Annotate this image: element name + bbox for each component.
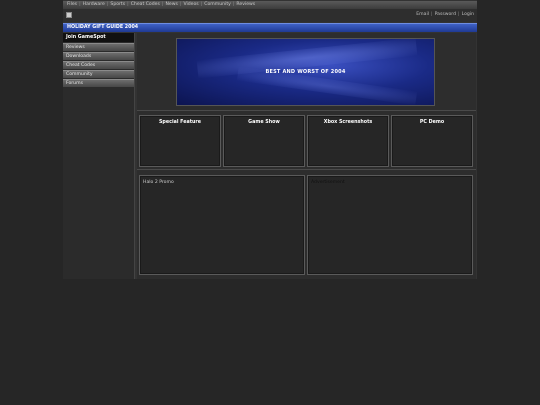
feature-title: Xbox Screenshots — [323, 120, 373, 125]
sidebar-item-cheat-codes[interactable]: Cheat Codes — [63, 61, 134, 69]
sidebar: Join GameSpot Reviews Downloads Cheat Co… — [63, 33, 135, 279]
nav-link-reviews[interactable]: Reviews — [236, 2, 255, 7]
feature-title: Special Feature — [158, 120, 202, 125]
nav-separator: | — [161, 2, 164, 7]
main-content: BEST AND WORST OF 2004 Special Feature G… — [137, 33, 476, 279]
nav-link-videos[interactable]: Videos — [183, 2, 198, 7]
userlinks-separator: | — [458, 12, 460, 17]
nav-link-sports[interactable]: Sports — [110, 2, 125, 7]
sidebar-item-community[interactable]: Community — [63, 70, 134, 78]
sidebar-item-downloads[interactable]: Downloads — [63, 52, 134, 60]
nav-separator: | — [127, 2, 129, 7]
nav-separator: | — [232, 2, 235, 7]
banner-area: BEST AND WORST OF 2004 — [137, 33, 476, 111]
nav-separator: | — [200, 2, 203, 7]
panel-title: Advertisement — [311, 180, 345, 185]
user-links: Email | Password | Login — [416, 12, 474, 17]
nav-link-files[interactable]: Files — [67, 2, 77, 7]
login-link[interactable]: Login — [462, 12, 474, 17]
sidebar-item-reviews[interactable]: Reviews — [63, 43, 134, 51]
page-container: Files | Hardware | Sports | Cheat Codes | News | V… — [63, 0, 477, 279]
feature-box-pc-demo[interactable]: PC Demo — [391, 115, 473, 167]
sidebar-item-forums[interactable]: Forums — [63, 79, 134, 87]
promo-banner[interactable]: BEST AND WORST OF 2004 — [176, 37, 435, 106]
userlinks-separator: | — [431, 12, 433, 17]
site-header: Email | Password | Login — [63, 9, 477, 22]
top-navigation-bar: Files | Hardware | Sports | Cheat Codes | News | V… — [63, 1, 477, 9]
feature-box-game-show[interactable]: Game Show — [223, 115, 305, 167]
nav-link-news[interactable]: News — [165, 2, 177, 7]
page-title: HOLIDAY GIFT GUIDE 2004 — [63, 23, 477, 32]
feature-title: Game Show — [248, 120, 280, 125]
feature-title: PC Demo — [419, 120, 445, 125]
banner-title: BEST AND WORST OF 2004 — [265, 69, 346, 75]
broken-logo-image-icon[interactable] — [66, 12, 72, 18]
feature-row: Special Feature Game Show Xbox Screensho… — [137, 113, 476, 170]
panel-title: Halo 2 Promo — [143, 180, 174, 185]
nav-link-community[interactable]: Community — [204, 2, 231, 7]
feature-box-xbox-screenshots[interactable]: Xbox Screenshots — [307, 115, 389, 167]
email-link[interactable]: Email — [416, 12, 429, 17]
nav-link-cheat-codes[interactable]: Cheat Codes — [131, 2, 160, 7]
nav-separator: | — [79, 2, 81, 7]
nav-separator: | — [179, 2, 182, 7]
join-gamespot-link[interactable]: Join GameSpot — [63, 33, 134, 42]
advertisement-panel[interactable]: Advertisement — [307, 175, 473, 275]
halo-2-promo-panel[interactable]: Halo 2 Promo — [139, 175, 305, 275]
nav-link-hardware[interactable]: Hardware — [83, 2, 105, 7]
nav-separator: | — [106, 2, 109, 7]
password-link[interactable]: Password — [435, 12, 456, 17]
bottom-panels: Halo 2 Promo Advertisement — [137, 173, 476, 277]
feature-box-special-feature[interactable]: Special Feature — [139, 115, 221, 167]
